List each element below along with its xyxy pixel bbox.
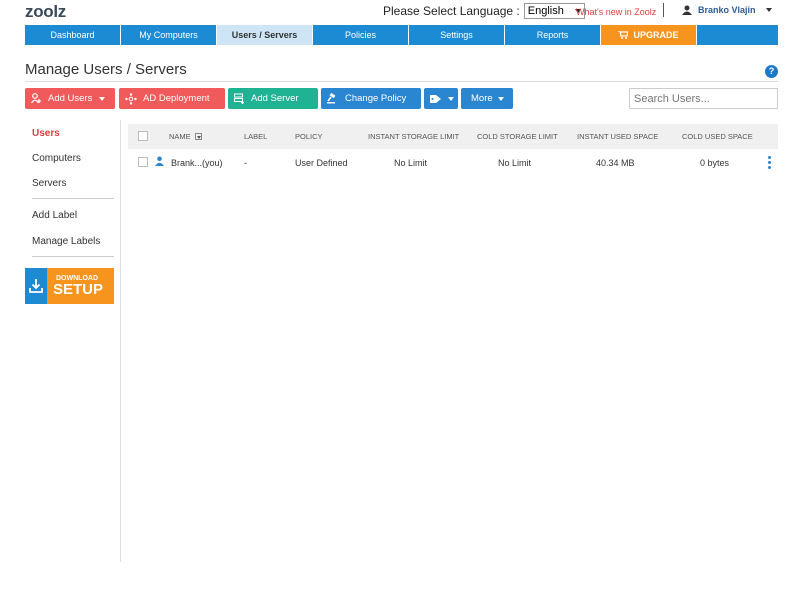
sidebar-item-computers[interactable]: Computers — [32, 153, 81, 164]
upgrade-button[interactable]: UPGRADE — [601, 25, 697, 45]
row-policy: User Defined — [295, 158, 348, 168]
more-label: More — [471, 93, 493, 104]
tab-policies[interactable]: Policies — [313, 25, 409, 45]
row-instant-limit: No Limit — [394, 158, 428, 168]
user-menu[interactable]: Branko Vlajin — [682, 5, 772, 15]
column-header-cold-limit: COLD STORAGE LIMIT — [477, 132, 558, 141]
row-checkbox[interactable] — [138, 157, 148, 167]
row-cold-used: 0 bytes — [700, 158, 730, 168]
upgrade-label: UPGRADE — [633, 30, 679, 40]
column-header-label: LABEL — [244, 132, 268, 141]
row-actions-icon[interactable] — [768, 156, 772, 171]
server-icon — [234, 93, 245, 104]
tag-icon — [430, 94, 442, 104]
user-name: Branko Vlajin — [698, 5, 756, 15]
tab-reports[interactable]: Reports — [505, 25, 601, 45]
add-users-button[interactable]: Add Users — [25, 88, 115, 109]
row-label: - — [244, 158, 247, 168]
download-big-label: SETUP — [53, 281, 104, 298]
title-divider — [25, 81, 778, 82]
language-label: Please Select Language : — [383, 4, 520, 18]
page-title: Manage Users / Servers — [25, 61, 187, 78]
column-header-instant-limit: INSTANT STORAGE LIMIT — [368, 132, 460, 141]
sidebar-manage-labels[interactable]: Manage Labels — [32, 236, 100, 247]
column-name-label: NAME — [169, 132, 191, 141]
ad-deployment-label: AD Deployment — [143, 93, 210, 104]
column-header-instant-used: INSTANT USED SPACE — [577, 132, 659, 141]
sidebar-divider — [32, 256, 114, 257]
tab-settings[interactable]: Settings — [409, 25, 505, 45]
add-server-label: Add Server — [251, 93, 299, 104]
main-nav: Dashboard My Computers Users / Servers P… — [25, 25, 778, 45]
language-select-value: English — [527, 5, 564, 17]
chevron-down-icon — [448, 96, 454, 101]
ad-deployment-button[interactable]: AD Deployment — [119, 88, 225, 109]
sidebar-add-label[interactable]: Add Label — [32, 210, 77, 221]
sort-icon[interactable] — [194, 133, 202, 140]
sidebar-divider — [32, 198, 114, 199]
whats-new-link[interactable]: What's new in Zoolz — [576, 7, 656, 17]
help-icon[interactable]: ? — [765, 65, 778, 78]
row-cold-limit: No Limit — [498, 158, 532, 168]
column-header-name[interactable]: NAME — [169, 132, 202, 141]
sidebar-item-servers[interactable]: Servers — [32, 178, 66, 189]
change-policy-label: Change Policy — [345, 93, 407, 104]
zoolz-logo[interactable]: zoolz — [25, 2, 66, 22]
row-name[interactable]: Brank...(you) — [171, 158, 223, 168]
add-users-label: Add Users — [48, 93, 93, 104]
change-policy-button[interactable]: Change Policy — [321, 88, 421, 109]
download-icon — [25, 268, 47, 304]
select-all-checkbox[interactable] — [138, 131, 148, 141]
language-selector-group: Please Select Language : English — [383, 3, 585, 19]
user-icon — [155, 156, 164, 168]
row-instant-used: 40.34 MB — [596, 158, 635, 168]
header-divider — [663, 3, 664, 17]
add-server-button[interactable]: Add Server — [228, 88, 318, 109]
search-users-input[interactable] — [629, 88, 778, 109]
sidebar-divider-vertical — [120, 120, 121, 562]
download-setup-button[interactable]: DOWNLOAD SETUP — [25, 268, 114, 304]
top-bar: zoolz Please Select Language : English W… — [25, 0, 778, 24]
nav-filler — [697, 25, 778, 45]
tab-users-servers[interactable]: Users / Servers — [217, 25, 313, 45]
column-header-policy: POLICY — [295, 132, 323, 141]
gavel-icon — [327, 93, 339, 104]
add-user-icon — [31, 93, 42, 104]
tab-my-computers[interactable]: My Computers — [121, 25, 217, 45]
tab-dashboard[interactable]: Dashboard — [25, 25, 121, 45]
column-header-cold-used: COLD USED SPACE — [682, 132, 753, 141]
label-tag-button[interactable] — [424, 88, 458, 109]
network-icon — [125, 92, 137, 105]
chevron-down-icon — [99, 96, 106, 101]
more-button[interactable]: More — [461, 88, 513, 109]
chevron-down-icon — [765, 8, 772, 12]
table-header: NAME LABEL POLICY INSTANT STORAGE LIMIT … — [128, 124, 778, 149]
chevron-down-icon — [497, 96, 504, 101]
user-icon — [682, 5, 692, 15]
sidebar-item-users[interactable]: Users — [32, 128, 60, 139]
cart-icon — [618, 31, 629, 39]
